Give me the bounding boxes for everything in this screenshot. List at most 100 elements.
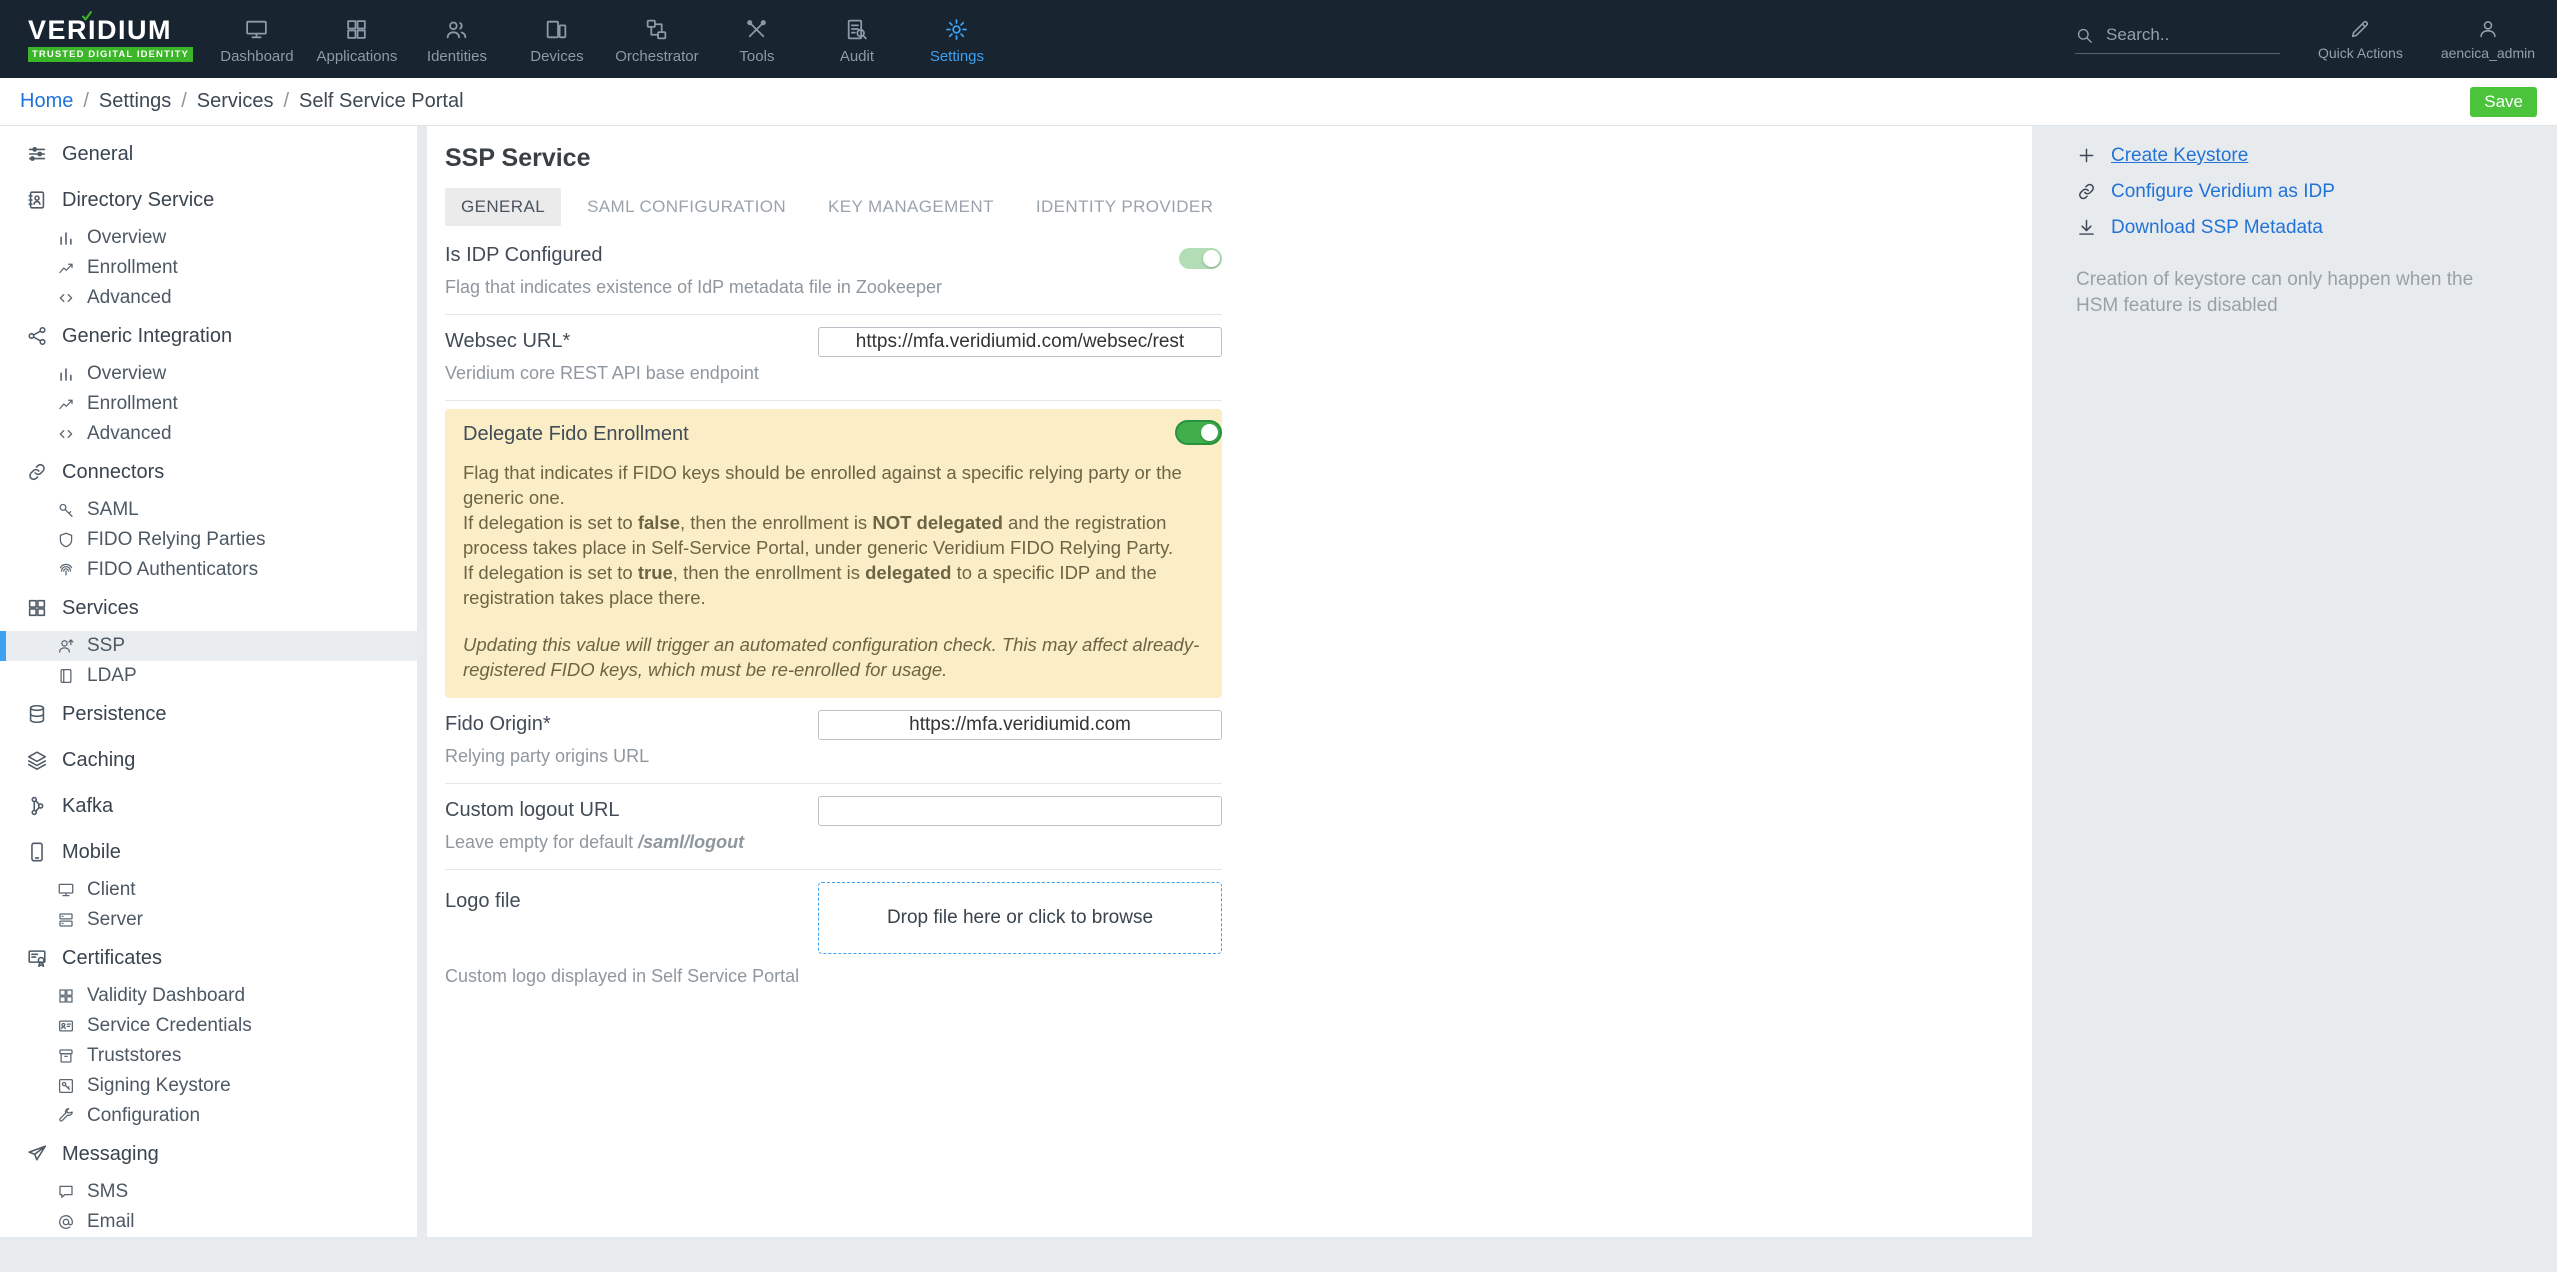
settings-sidebar: General Directory Service Overview Enrol… [0,126,417,1237]
search-input[interactable] [2104,24,2264,46]
nav-item-label: Tools [739,48,775,65]
nav-item-label: Identities [426,48,487,65]
sidebar-item-overview[interactable]: Overview [0,359,417,389]
sidebar-item-sms[interactable]: SMS [0,1177,417,1207]
tab-identity-provider[interactable]: IDENTITY PROVIDER [1020,188,1229,226]
nav-item-applications[interactable]: Applications [307,13,407,65]
delegate-fido-section: Delegate Fido Enrollment Flag that indic… [445,409,1222,698]
sidebar-item-configuration[interactable]: Configuration [0,1101,417,1131]
sidebar-item-directory-service[interactable]: Directory Service [0,177,417,223]
wrench-icon [57,1107,75,1125]
sidebar-item-label: Kafka [62,794,114,817]
nav-item-settings[interactable]: Settings [907,13,1007,65]
sidebar-item-fido-relying-parties[interactable]: FIDO Relying Parties [0,525,417,555]
sidebar-item-advanced[interactable]: Advanced [0,283,417,313]
sidebar-item-label: Enrollment [87,257,178,278]
delegate-desc-line: If delegation is set to false, then the … [463,512,1174,558]
breadcrumb-item-home[interactable]: Home [20,90,73,112]
sidebar-item-signing-keystore[interactable]: Signing Keystore [0,1071,417,1101]
fido-origin-input[interactable] [818,710,1222,740]
sidebar-item-enrollment[interactable]: Enrollment [0,253,417,283]
nav-item-devices[interactable]: Devices [507,13,607,65]
code-icon [57,289,75,307]
sidebar-item-truststores[interactable]: Truststores [0,1041,417,1071]
search[interactable] [2075,24,2280,54]
tab-key-management[interactable]: KEY MANAGEMENT [812,188,1010,226]
nav-item-label: Applications [316,48,398,65]
veridium-logo[interactable]: VERIDIUM TRUSTED DIGITAL IDENTITY [28,17,193,62]
sidebar-item-messaging[interactable]: Messaging [0,1131,417,1177]
sidebar-item-client[interactable]: Client [0,875,417,905]
websec-url-input[interactable] [818,327,1222,357]
tab-general[interactable]: GENERAL [445,188,562,226]
sidebar-item-label: Connectors [62,460,165,483]
is-idp-toggle[interactable] [1179,248,1222,269]
sidebar-item-label: Configuration [87,1105,201,1126]
save-button[interactable]: Save [2470,86,2537,117]
sidebar-item-label: Service Credentials [87,1015,252,1036]
action-create-keystore[interactable]: Create Keystore [2076,144,2557,167]
bars-icon [57,229,75,247]
link-icon [2076,181,2097,202]
logo-check-icon [80,10,94,22]
action-download-ssp-metadata[interactable]: Download SSP Metadata [2076,216,2557,239]
sidebar-item-mobile[interactable]: Mobile [0,829,417,875]
quick-actions-button[interactable]: Quick Actions [2318,18,2403,61]
sidebar-item-label: Email [87,1211,135,1232]
nav-item-dashboard[interactable]: Dashboard [207,13,307,65]
sidebar-item-label: Signing Keystore [87,1075,231,1096]
delegate-desc-line: Flag that indicates if FIDO keys should … [463,462,1182,508]
content: General Directory Service Overview Enrol… [0,126,2557,1272]
sidebar-item-certificates[interactable]: Certificates [0,935,417,981]
breadcrumb-item-self-service-portal: Self Service Portal [299,90,464,112]
sidebar-item-overview[interactable]: Overview [0,223,417,253]
sidebar-item-label: FIDO Authenticators [87,559,259,580]
monitor-icon [57,881,75,899]
nav-item-audit[interactable]: Audit [807,13,907,65]
trend-icon [57,259,75,277]
breadcrumb-item-settings[interactable]: Settings [99,90,171,112]
sidebar-item-saml[interactable]: SAML [0,495,417,525]
tab-saml-configuration[interactable]: SAML CONFIGURATION [571,188,802,226]
delegate-fido-toggle[interactable] [1177,422,1220,443]
user-menu[interactable]: aencica_admin [2441,18,2535,61]
nav-item-orchestrator[interactable]: Orchestrator [607,13,707,65]
sidebar-item-generic-integration[interactable]: Generic Integration [0,313,417,359]
nav-item-tools[interactable]: Tools [707,13,807,65]
page-title: SSP Service [445,144,591,172]
sidebar-item-email[interactable]: Email [0,1207,417,1237]
ldap-icon [57,667,75,685]
logo-dropzone[interactable]: Drop file here or click to browse [818,882,1222,954]
sidebar-item-general[interactable]: General [0,131,417,177]
sidebar-item-server[interactable]: Server [0,905,417,935]
sidebar-item-caching[interactable]: Caching [0,737,417,783]
breadcrumb-item-services[interactable]: Services [197,90,274,112]
keystore-actions: Create Keystore Configure Veridium as ID… [2076,144,2557,239]
action-link-label: Download SSP Metadata [2111,216,2323,238]
sidebar-item-services[interactable]: Services [0,585,417,631]
nav-item-identities[interactable]: Identities [407,13,507,65]
logo-title: VERIDIUM [28,14,173,45]
action-link-label: Configure Veridium as IDP [2111,180,2335,202]
field-is-idp-configured: Is IDP Configured Flag that indicates ex… [445,232,1222,315]
sidebar-item-advanced[interactable]: Advanced [0,419,417,449]
toggle-knob [1201,424,1218,441]
is-idp-label: Is IDP Configured [445,244,603,266]
sidebar-item-label: Advanced [87,287,172,308]
sidebar-item-persistence[interactable]: Persistence [0,691,417,737]
ssp-form: Is IDP Configured Flag that indicates ex… [445,232,1222,1003]
sidebar-item-validity-dashboard[interactable]: Validity Dashboard [0,981,417,1011]
plus-icon [2076,145,2097,166]
custom-logout-input[interactable] [818,796,1222,826]
sidebar-item-label: Caching [62,748,136,771]
action-configure-veridium-as-idp[interactable]: Configure Veridium as IDP [2076,180,2557,203]
sidebar-item-enrollment[interactable]: Enrollment [0,389,417,419]
sidebar-item-service-credentials[interactable]: Service Credentials [0,1011,417,1041]
fingerprint-icon [57,561,75,579]
sidebar-item-connectors[interactable]: Connectors [0,449,417,495]
sidebar-item-fido-authenticators[interactable]: FIDO Authenticators [0,555,417,585]
sidebar-item-kafka[interactable]: Kafka [0,783,417,829]
sidebar-item-ldap[interactable]: LDAP [0,661,417,691]
sidebar-item-ssp[interactable]: SSP [0,631,417,661]
people-icon [444,17,469,42]
